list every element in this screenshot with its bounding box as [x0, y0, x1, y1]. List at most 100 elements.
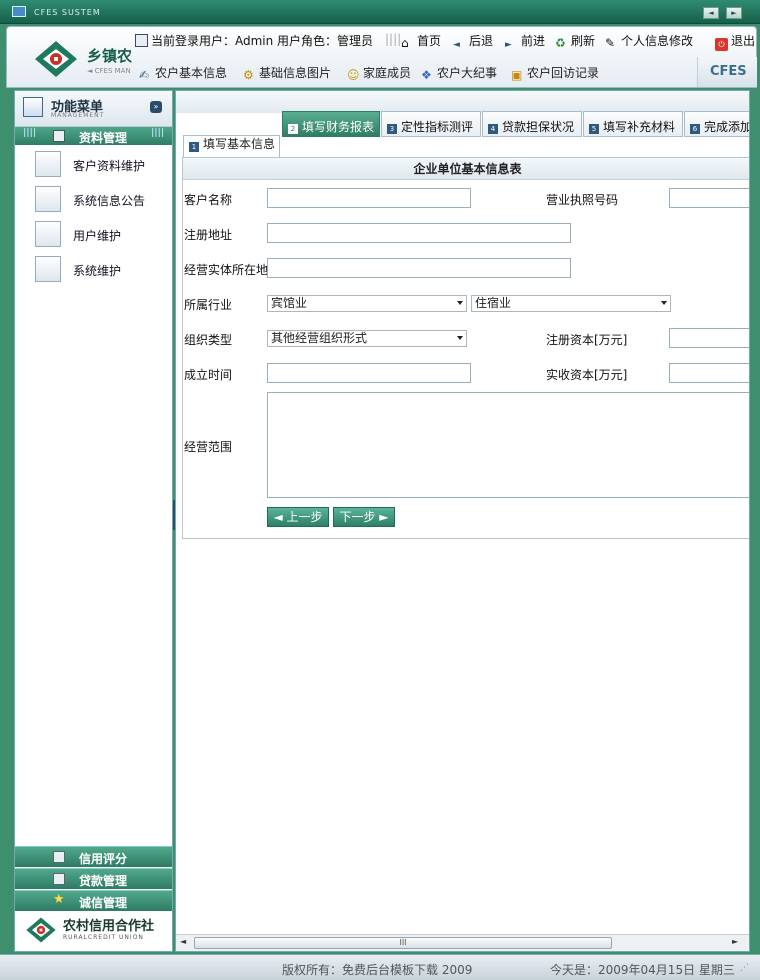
label-registered-address: 注册地址 [184, 228, 233, 242]
monitor-icon [135, 34, 148, 47]
section-data-management[interactable]: |||| 资料管理 |||| [15, 127, 172, 145]
forward-icon: ► [505, 40, 512, 50]
tab-basic-info[interactable]: 1 填写基本信息 [183, 135, 280, 157]
tab-label: 填写基本信息 [203, 137, 276, 151]
notice-icon [35, 186, 61, 212]
logout-link[interactable]: ⏻ 退出 [715, 32, 755, 51]
org-name-en: RURALCREDIT UNION [63, 934, 144, 941]
label-paid-capital: 实收资本[万元] [546, 368, 628, 382]
logo-area: 乡镇农 ◄ CFES MAN [7, 27, 137, 87]
industry-select[interactable]: 宾馆业 [267, 295, 467, 312]
sidebar: 功能菜单 MANAGEMENT » |||| 资料管理 |||| 客户资料维护 … [14, 90, 173, 952]
bank-logo-icon [26, 917, 56, 943]
table-icon [53, 873, 65, 885]
nav-farmer-visit-records[interactable]: ▣ 农户回访记录 [511, 64, 599, 82]
label-license-number: 营业执照号码 [546, 193, 619, 207]
next-step-button[interactable]: 下一步 ► [333, 507, 395, 527]
grip-icon: |||| [151, 128, 165, 138]
rural-credit-logo: 农村信用合作社 RURALCREDIT UNION [15, 911, 172, 951]
entity-location-input[interactable] [267, 258, 571, 278]
tab-financial-report[interactable]: 2 填写财务报表 [282, 111, 380, 137]
org-name: 农村信用合作社 [63, 919, 155, 934]
org-type-select-value: 其他经营组织形式 [271, 331, 368, 345]
grip-icon: |||| [23, 128, 37, 138]
folder-icon [53, 130, 65, 142]
industry-sub-select[interactable]: 住宿业 [471, 295, 671, 312]
menu-item-system-notice[interactable]: 系统信息公告 [35, 186, 165, 214]
registered-address-input[interactable] [267, 223, 571, 243]
logo-title: 乡镇农 [87, 47, 133, 65]
section-integrity-management[interactable]: ★ 诚信管理 [15, 890, 172, 911]
scroll-right-icon[interactable]: ► [732, 937, 738, 946]
back-icon: ◄ [453, 40, 460, 50]
copyright-text: 版权所有：免费后台模板下载 2009 [282, 963, 473, 977]
customer-icon [35, 151, 61, 177]
tab-qualitative-evaluation[interactable]: 3 定性指标测评 [381, 111, 481, 137]
step-number: 1 [189, 142, 199, 152]
prev-step-button[interactable]: ◄ 上一步 [267, 507, 329, 527]
refresh-icon: ♻ [555, 36, 566, 50]
scroll-left-icon[interactable]: ◄ [180, 937, 186, 946]
tab-supplementary-materials[interactable]: 5 填写补充材料 [583, 111, 683, 137]
edit-doc-icon: ✍ [139, 68, 150, 82]
menu-item-customer-maintenance[interactable]: 客户资料维护 [35, 151, 165, 179]
power-icon: ⏻ [715, 38, 728, 51]
tab-complete[interactable]: 6 完成添加 [684, 111, 749, 137]
section-label: 信用评分 [79, 852, 128, 866]
user-icon [35, 221, 61, 247]
registered-capital-input[interactable] [669, 328, 749, 348]
enterprise-info-form: 企业单位基本信息表 客户名称 营业执照号码 注册地址 经营实体所在地 所属行业 … [182, 157, 749, 539]
tab-loan-guarantee[interactable]: 4 贷款担保状况 [482, 111, 582, 137]
refresh-link[interactable]: ♻ 刷新 [555, 32, 595, 50]
section-label: 贷款管理 [79, 874, 128, 888]
dropdown-arrow-icon [457, 301, 463, 305]
step-number: 6 [690, 124, 700, 134]
window-prev-button[interactable]: ◄ [703, 7, 719, 19]
section-loan-management[interactable]: 贷款管理 [15, 868, 172, 889]
briefcase-icon: ▣ [511, 68, 523, 82]
cubes-icon: ❖ [421, 68, 432, 82]
section-credit-score[interactable]: 信用评分 [15, 846, 172, 867]
system-title: CFES SUSTEM [34, 8, 101, 17]
customer-name-input[interactable] [267, 188, 471, 208]
menu-item-system-maintenance[interactable]: 系统维护 [35, 256, 165, 284]
forward-link[interactable]: ► 前进 [505, 32, 545, 53]
back-link[interactable]: ◄ 后退 [453, 32, 493, 53]
scrollbar-thumb[interactable]: III [194, 937, 612, 949]
paid-capital-input[interactable] [669, 363, 749, 383]
tab-label: 定性指标测评 [401, 120, 474, 134]
window-next-button[interactable]: ► [726, 7, 742, 19]
logo-subtitle: ◄ CFES MAN [87, 67, 131, 75]
founded-date-input[interactable] [267, 363, 471, 383]
menu-item-label: 系统信息公告 [73, 194, 146, 208]
horizontal-scrollbar[interactable]: ◄ III ► [176, 934, 749, 951]
industry-select-value: 宾馆业 [271, 296, 308, 310]
resize-grip-icon[interactable]: ⋰ [740, 963, 749, 973]
tab-label: 填写补充材料 [603, 120, 676, 134]
bank-logo-icon [35, 41, 77, 77]
section-label: 诚信管理 [79, 896, 128, 910]
label-entity-location: 经营实体所在地 [184, 263, 269, 277]
footer: 版权所有：免费后台模板下载 2009 今天是：2009年04月15日 星期三 ⋰ [0, 954, 760, 980]
gear-icon: ⚙ [243, 68, 254, 82]
nav-farmer-events[interactable]: ❖ 农户大纪事 [421, 64, 497, 82]
menu-item-user-maintenance[interactable]: 用户维护 [35, 221, 165, 249]
nav-family-members[interactable]: ☺ 家庭成员 [347, 64, 411, 82]
industry-sub-select-value: 住宿业 [475, 296, 512, 310]
menu-header: 功能菜单 MANAGEMENT » [15, 91, 172, 127]
nav-farmer-basic-info[interactable]: ✍ 农户基本信息 [139, 64, 227, 82]
section-label: 资料管理 [79, 131, 128, 145]
profile-edit-link[interactable]: ✎ 个人信息修改 [605, 32, 693, 50]
step-number: 3 [387, 124, 397, 134]
current-user-info: 当前登录用户：Admin 用户角色：管理员 [135, 32, 373, 49]
home-link[interactable]: ⌂ 首页 [401, 32, 441, 50]
license-number-input[interactable] [669, 188, 749, 208]
business-scope-textarea[interactable] [267, 392, 749, 498]
nav-basic-info-images[interactable]: ⚙ 基础信息图片 [243, 64, 331, 82]
collapse-menu-icon[interactable]: » [150, 101, 162, 113]
label-industry: 所属行业 [184, 298, 233, 312]
menu-subtitle: MANAGEMENT [51, 112, 105, 119]
org-type-select[interactable]: 其他经营组织形式 [267, 330, 467, 347]
cfes-badge: CFES [697, 57, 757, 87]
menu-item-label: 系统维护 [73, 264, 122, 278]
